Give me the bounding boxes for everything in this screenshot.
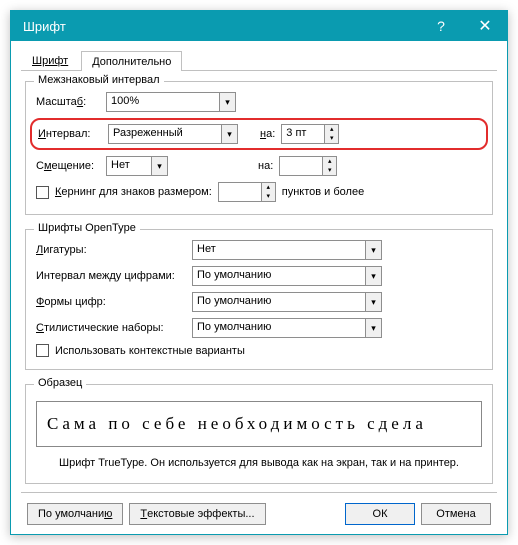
contextual-checkbox[interactable]: Использовать контекстные варианты <box>36 344 245 357</box>
kerning-label: Кернинг для знаков размером: <box>55 186 212 198</box>
tab-font[interactable]: Шрифт <box>21 50 79 70</box>
ligatures-combo[interactable]: Нет ▾ <box>192 240 382 260</box>
group-sample: Образец Сама по себе необходимость сдела… <box>25 384 493 484</box>
interval-at-label: на: <box>260 128 275 140</box>
num-spacing-label: Интервал между цифрами: <box>36 270 186 282</box>
chevron-down-icon: ▾ <box>365 293 381 311</box>
group-spacing: Межзнаковый интервал Масштаб: 100% ▾ Инт… <box>25 81 493 215</box>
titlebar: Шрифт ? ✕ <box>11 11 507 41</box>
help-button[interactable]: ? <box>419 11 463 41</box>
interval-row-highlight: Интервал: Разреженный ▾ на: 3 пт ▴▾ <box>30 118 488 150</box>
offset-label: Смещение: <box>36 160 100 172</box>
scale-label: Масштаб: <box>36 96 100 108</box>
chevron-down-icon: ▾ <box>365 319 381 337</box>
contextual-label: Использовать контекстные варианты <box>55 345 245 357</box>
num-spacing-combo[interactable]: По умолчанию ▾ <box>192 266 382 286</box>
interval-at-spinner[interactable]: 3 пт ▴▾ <box>281 124 339 144</box>
spinner-buttons[interactable]: ▴▾ <box>322 157 336 175</box>
stylistic-combo[interactable]: По умолчанию ▾ <box>192 318 382 338</box>
checkbox-box <box>36 344 49 357</box>
chevron-down-icon: ▾ <box>151 157 167 175</box>
group-opentype-title: Шрифты OpenType <box>34 222 140 234</box>
offset-at-spinner[interactable]: ▴▾ <box>279 156 337 176</box>
tab-advanced[interactable]: Дополнительно <box>81 51 182 71</box>
ligatures-label: Лигатуры: <box>36 244 186 256</box>
sample-preview: Сама по себе необходимость сдела <box>36 401 482 447</box>
chevron-down-icon: ▾ <box>219 93 235 111</box>
dialog-body: Шрифт Дополнительно Межзнаковый интервал… <box>11 41 507 535</box>
button-bar: По умолчанию Текстовые эффекты... ОК Отм… <box>21 492 497 525</box>
offset-combo[interactable]: Нет ▾ <box>106 156 168 176</box>
group-sample-title: Образец <box>34 377 86 389</box>
sample-description: Шрифт TrueType. Он используется для выво… <box>36 455 482 471</box>
default-button[interactable]: По умолчанию <box>27 503 123 525</box>
tabs: Шрифт Дополнительно <box>21 47 497 71</box>
kerning-suffix: пунктов и более <box>282 186 364 198</box>
interval-combo[interactable]: Разреженный ▾ <box>108 124 238 144</box>
group-opentype: Шрифты OpenType Лигатуры: Нет ▾ Интервал… <box>25 229 493 370</box>
spinner-buttons[interactable]: ▴▾ <box>261 183 275 201</box>
chevron-down-icon: ▾ <box>365 267 381 285</box>
num-forms-combo[interactable]: По умолчанию ▾ <box>192 292 382 312</box>
num-forms-label: Формы цифр: <box>36 296 186 308</box>
spinner-buttons[interactable]: ▴▾ <box>324 125 338 143</box>
offset-at-label: на: <box>258 160 273 172</box>
ok-button[interactable]: ОК <box>345 503 415 525</box>
chevron-down-icon: ▾ <box>221 125 237 143</box>
interval-label: Интервал: <box>38 128 102 140</box>
sample-text: Сама по себе необходимость сдела <box>47 414 427 434</box>
text-effects-button[interactable]: Текстовые эффекты... <box>129 503 265 525</box>
scale-combo[interactable]: 100% ▾ <box>106 92 236 112</box>
group-spacing-title: Межзнаковый интервал <box>34 74 164 86</box>
window-title: Шрифт <box>23 19 66 34</box>
close-icon: ✕ <box>478 16 491 36</box>
kerning-spinner[interactable]: ▴▾ <box>218 182 276 202</box>
kerning-checkbox[interactable]: Кернинг для знаков размером: <box>36 186 212 199</box>
font-dialog: Шрифт ? ✕ Шрифт Дополнительно Межзнаковы… <box>10 10 508 535</box>
close-button[interactable]: ✕ <box>463 11 507 41</box>
checkbox-box <box>36 186 49 199</box>
cancel-button[interactable]: Отмена <box>421 503 491 525</box>
stylistic-label: Стилистические наборы: <box>36 322 186 334</box>
chevron-down-icon: ▾ <box>365 241 381 259</box>
